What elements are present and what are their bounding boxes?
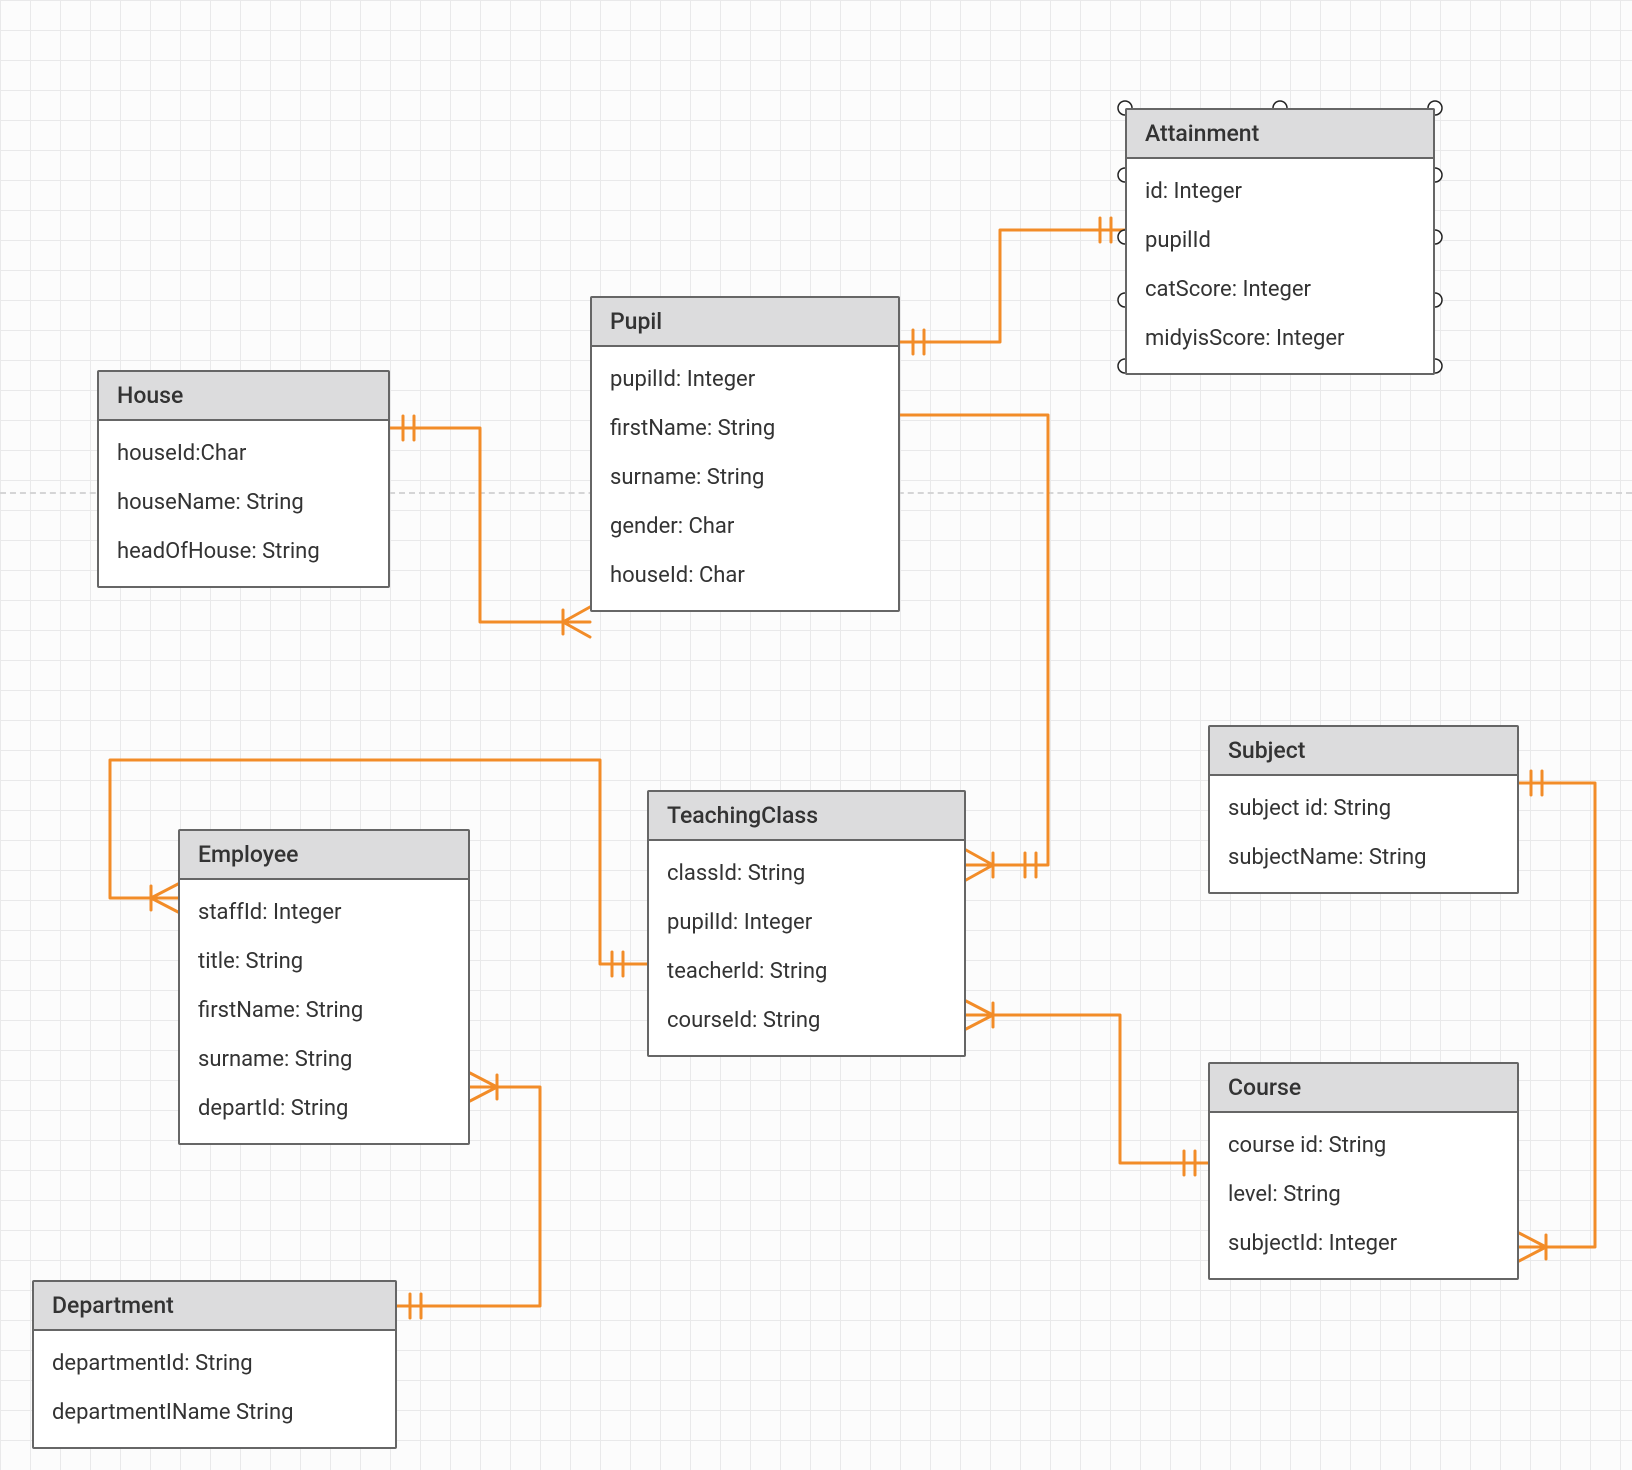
- entity-title: Course: [1228, 1074, 1301, 1101]
- entity-attr: subject id: String: [1228, 784, 1499, 833]
- entity-title: Attainment: [1145, 120, 1259, 147]
- entity-employee[interactable]: Employee staffId: Integer title: String …: [178, 829, 470, 1145]
- rel-course-teachingclass: [966, 1015, 1208, 1163]
- entity-subject[interactable]: Subject subject id: String subjectName: …: [1208, 725, 1519, 894]
- rel-pupil-attainment: [900, 230, 1125, 342]
- entity-department[interactable]: Department departmentId: String departme…: [32, 1280, 397, 1449]
- entity-attr: pupilId: Integer: [610, 355, 880, 404]
- entity-attr: level: String: [1228, 1170, 1499, 1219]
- entity-attr: surname: String: [198, 1035, 450, 1084]
- entity-attr: firstName: String: [198, 986, 450, 1035]
- entity-attr: courseId: String: [667, 996, 946, 1045]
- entity-attr: id: Integer: [1145, 167, 1415, 216]
- entity-pupil[interactable]: Pupil pupilId: Integer firstName: String…: [590, 296, 900, 612]
- entity-attr: houseId:Char: [117, 429, 370, 478]
- rel-house-pupil: [390, 428, 590, 622]
- entity-attr: subjectId: Integer: [1228, 1219, 1499, 1268]
- entity-attr: headOfHouse: String: [117, 527, 370, 576]
- entity-title: Employee: [198, 841, 298, 868]
- diagram-canvas[interactable]: House houseId:Char houseName: String hea…: [0, 0, 1632, 1470]
- entity-title: Pupil: [610, 308, 662, 335]
- entity-attainment[interactable]: Attainment id: Integer pupilId catScore:…: [1125, 108, 1435, 375]
- entity-attr: course id: String: [1228, 1121, 1499, 1170]
- entity-attr: classId: String: [667, 849, 946, 898]
- entity-title: TeachingClass: [667, 802, 818, 829]
- entity-attr: houseName: String: [117, 478, 370, 527]
- entity-attr: surname: String: [610, 453, 880, 502]
- entity-title: Subject: [1228, 737, 1305, 764]
- entity-attr: gender: Char: [610, 502, 880, 551]
- entity-attr: departmentIName String: [52, 1388, 377, 1437]
- entity-attr: staffId: Integer: [198, 888, 450, 937]
- rel-subject-course: [1519, 783, 1595, 1247]
- entity-attr: departId: String: [198, 1084, 450, 1133]
- entity-course[interactable]: Course course id: String level: String s…: [1208, 1062, 1519, 1280]
- entity-attr: firstName: String: [610, 404, 880, 453]
- entity-attr: catScore: Integer: [1145, 265, 1415, 314]
- entity-attr: midyisScore: Integer: [1145, 314, 1415, 363]
- entity-attr: subjectName: String: [1228, 833, 1499, 882]
- entity-house[interactable]: House houseId:Char houseName: String hea…: [97, 370, 390, 588]
- entity-attr: departmentId: String: [52, 1339, 377, 1388]
- entity-teachingclass[interactable]: TeachingClass classId: String pupilId: I…: [647, 790, 966, 1057]
- entity-attr: teacherId: String: [667, 947, 946, 996]
- entity-attr: pupilId: Integer: [667, 898, 946, 947]
- entity-title: House: [117, 382, 183, 409]
- entity-attr: title: String: [198, 937, 450, 986]
- entity-attr: houseId: Char: [610, 551, 880, 600]
- entity-attr: pupilId: [1145, 216, 1415, 265]
- entity-title: Department: [52, 1292, 174, 1319]
